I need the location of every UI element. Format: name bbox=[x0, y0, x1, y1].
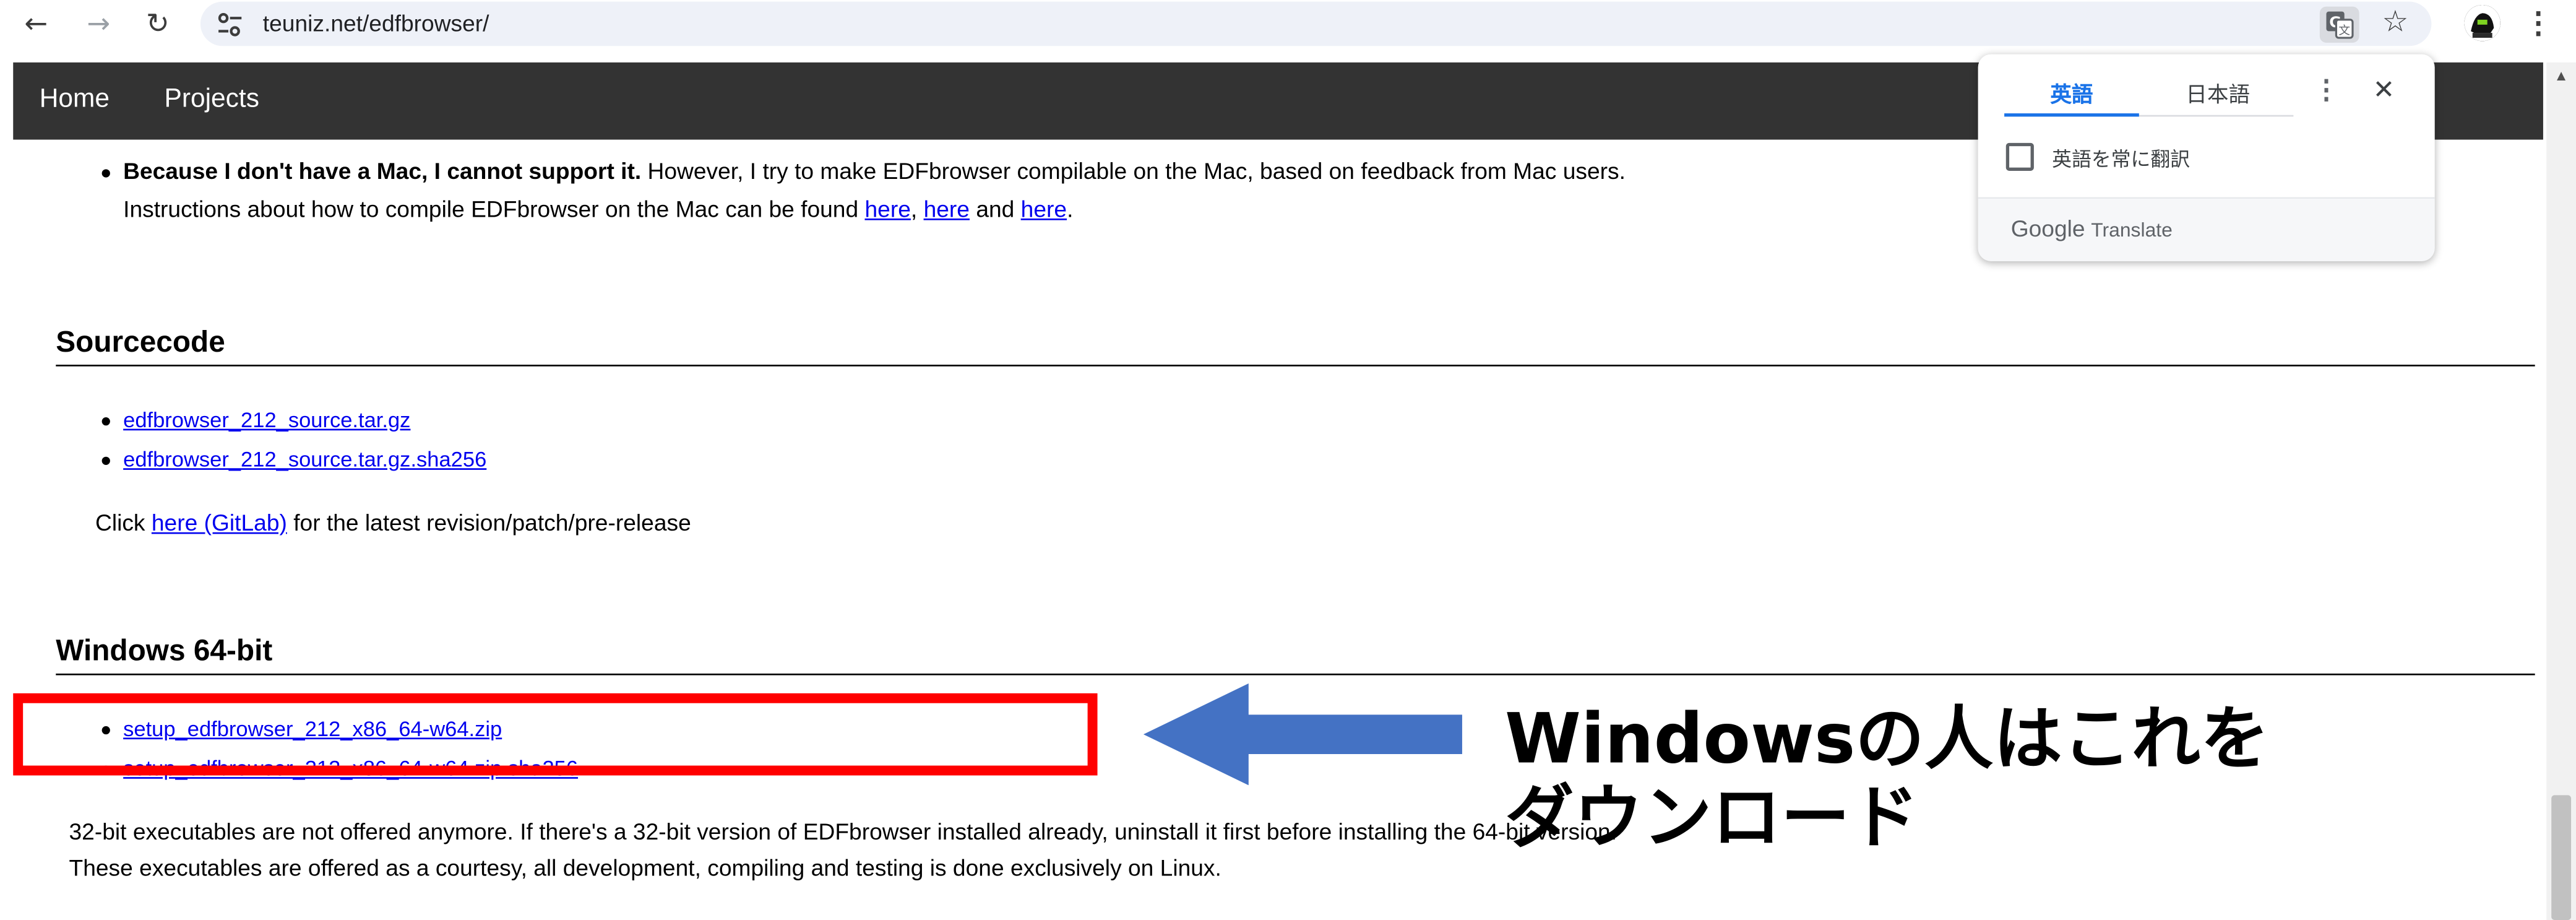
page-scrollbar[interactable] bbox=[2546, 62, 2576, 920]
highlight-box bbox=[13, 693, 1098, 776]
windows-note-1: 32-bit executables are not offered anymo… bbox=[69, 818, 1618, 844]
annotation-line1: Windowsの人はこれを bbox=[1504, 698, 2270, 779]
tab-japanese[interactable]: 日本語 bbox=[2142, 77, 2293, 117]
mac-here-link-3[interactable]: here bbox=[1021, 196, 1067, 222]
always-translate-checkbox[interactable] bbox=[2005, 142, 2034, 171]
heading-divider bbox=[56, 673, 2535, 675]
translate-product-text: Translate bbox=[2091, 218, 2173, 242]
list-bullet bbox=[101, 456, 110, 465]
source-tar-link[interactable]: edfbrowser_212_source.tar.gz bbox=[123, 407, 410, 432]
screenshot-stage: ← → ↻ teuniz.net/edfbrowser/ G 文 ☆ ⋮ Hom… bbox=[0, 0, 2576, 920]
reload-button[interactable]: ↻ bbox=[140, 7, 176, 43]
gitlab-line: Click here (GitLab) for the latest revis… bbox=[95, 510, 691, 536]
google-translate-logo: Google Translate bbox=[2011, 215, 2173, 241]
forward-button[interactable]: → bbox=[80, 7, 116, 43]
google-brand-text: Google bbox=[2010, 215, 2085, 242]
annotation-line2: ダウンロード bbox=[1504, 777, 1919, 858]
address-bar[interactable] bbox=[200, 1, 2432, 46]
arrow-left-icon bbox=[1143, 683, 1462, 786]
profile-avatar[interactable] bbox=[2464, 4, 2501, 41]
back-button[interactable]: ← bbox=[18, 7, 54, 43]
always-translate-label[interactable]: 英語を常に翻訳 bbox=[2052, 145, 2190, 173]
windows-note-2: These executables are offered as a court… bbox=[69, 854, 1221, 881]
bookmark-star-icon[interactable]: ☆ bbox=[2377, 5, 2413, 41]
url-text[interactable]: teuniz.net/edfbrowser/ bbox=[263, 10, 489, 36]
browser-menu-icon[interactable]: ⋮ bbox=[2523, 5, 2553, 41]
gitlab-suffix: for the latest revision/patch/pre-releas… bbox=[286, 509, 691, 536]
source-sha256-link[interactable]: edfbrowser_212_source.tar.gz.sha256 bbox=[123, 447, 486, 472]
close-icon[interactable]: ✕ bbox=[2366, 74, 2402, 110]
mac-note-bold: Because I don't have a Mac, I cannot sup… bbox=[123, 157, 642, 184]
svg-text:文: 文 bbox=[2338, 25, 2350, 38]
list-bullet bbox=[101, 417, 110, 426]
separator: and bbox=[969, 195, 1021, 222]
nav-home-link[interactable]: Home bbox=[40, 85, 110, 115]
translate-icon[interactable]: G 文 bbox=[2319, 6, 2359, 43]
gitlab-link[interactable]: here (GitLab) bbox=[152, 510, 287, 536]
nav-projects-link[interactable]: Projects bbox=[165, 85, 259, 115]
mac-note-line1: Because I don't have a Mac, I cannot sup… bbox=[123, 158, 1626, 184]
more-options-icon[interactable]: ⋮ bbox=[2310, 74, 2343, 110]
annotation-text: Windowsの人はこれを ダウンロード bbox=[1504, 698, 2270, 858]
scrollbar-thumb[interactable] bbox=[2551, 795, 2572, 920]
heading-divider bbox=[56, 365, 2535, 367]
separator: . bbox=[1067, 195, 1074, 222]
active-tab-indicator bbox=[2004, 113, 2139, 117]
mac-here-link-1[interactable]: here bbox=[864, 196, 910, 222]
tab-english[interactable]: 英語 bbox=[2004, 77, 2139, 117]
mac-here-link-2[interactable]: here bbox=[924, 196, 970, 222]
gitlab-prefix: Click bbox=[95, 509, 152, 536]
site-info-icon[interactable] bbox=[213, 8, 246, 41]
sourcecode-heading: Sourcecode bbox=[56, 325, 225, 358]
separator: , bbox=[910, 195, 924, 222]
mac-note-prefix: Instructions about how to compile EDFbro… bbox=[123, 195, 865, 222]
scroll-up-arrow-icon[interactable]: ▲ bbox=[2550, 66, 2573, 85]
windows-heading: Windows 64-bit bbox=[56, 634, 273, 667]
mac-note-rest: However, I try to make EDFbrowser compil… bbox=[641, 157, 1626, 184]
mac-note-line2: Instructions about how to compile EDFbro… bbox=[123, 196, 1073, 222]
list-bullet bbox=[101, 169, 110, 178]
translate-popup: 英語 日本語 ⋮ ✕ 英語を常に翻訳 Google Translate bbox=[1978, 54, 2435, 261]
